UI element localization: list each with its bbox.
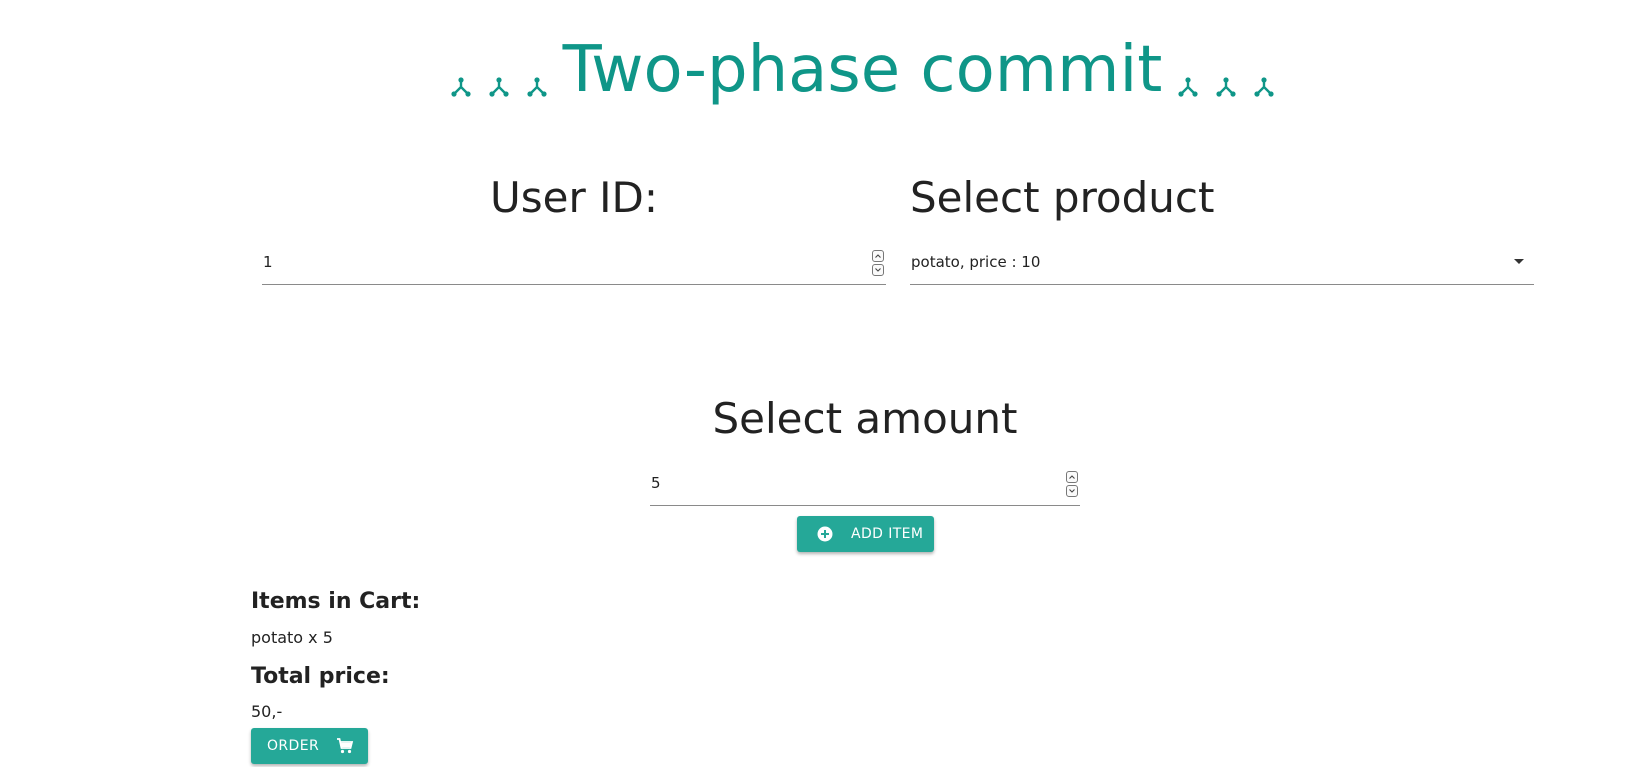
user-id-field[interactable]: 1 (262, 245, 886, 285)
decrement-icon[interactable] (1066, 485, 1078, 497)
merge-icon (449, 75, 473, 99)
cart-heading: Items in Cart: (251, 589, 421, 614)
merge-icon (487, 75, 511, 99)
cart-item: potato x 5 (251, 628, 333, 647)
merge-icon (1214, 75, 1238, 99)
user-id-spinner[interactable] (872, 250, 884, 276)
user-id-value: 1 (263, 253, 273, 271)
add-circle-icon (815, 524, 835, 544)
merge-icon (1176, 75, 1200, 99)
add-item-label: ADD ITEM (851, 526, 924, 542)
add-item-button[interactable]: ADD ITEM (797, 516, 934, 552)
select-amount-heading: Select amount (712, 394, 1018, 443)
cart-icon (335, 736, 355, 756)
amount-field[interactable]: 5 (650, 466, 1080, 506)
total-price-heading: Total price: (251, 664, 390, 689)
amount-value: 5 (651, 474, 661, 492)
user-id-heading: User ID: (490, 173, 658, 222)
select-product-heading: Select product (910, 173, 1215, 222)
amount-spinner[interactable] (1066, 471, 1078, 497)
title-row: Two-phase commit (0, 30, 1630, 110)
total-price-value: 50,- (251, 702, 283, 721)
right-decoration (1176, 41, 1276, 99)
decrement-icon[interactable] (872, 264, 884, 276)
page: Two-phase commit User ID: 1 Select produ (0, 0, 1630, 767)
order-label: ORDER (267, 738, 320, 754)
dropdown-arrow-icon[interactable] (1514, 259, 1524, 264)
increment-icon[interactable] (872, 250, 884, 262)
left-decoration (449, 41, 549, 99)
page-title: Two-phase commit (562, 33, 1163, 107)
product-select-value: potato, price : 10 (911, 253, 1041, 271)
order-button[interactable]: ORDER (251, 728, 368, 764)
increment-icon[interactable] (1066, 471, 1078, 483)
merge-icon (525, 75, 549, 99)
merge-icon (1252, 75, 1276, 99)
product-select[interactable]: potato, price : 10 (910, 245, 1534, 285)
